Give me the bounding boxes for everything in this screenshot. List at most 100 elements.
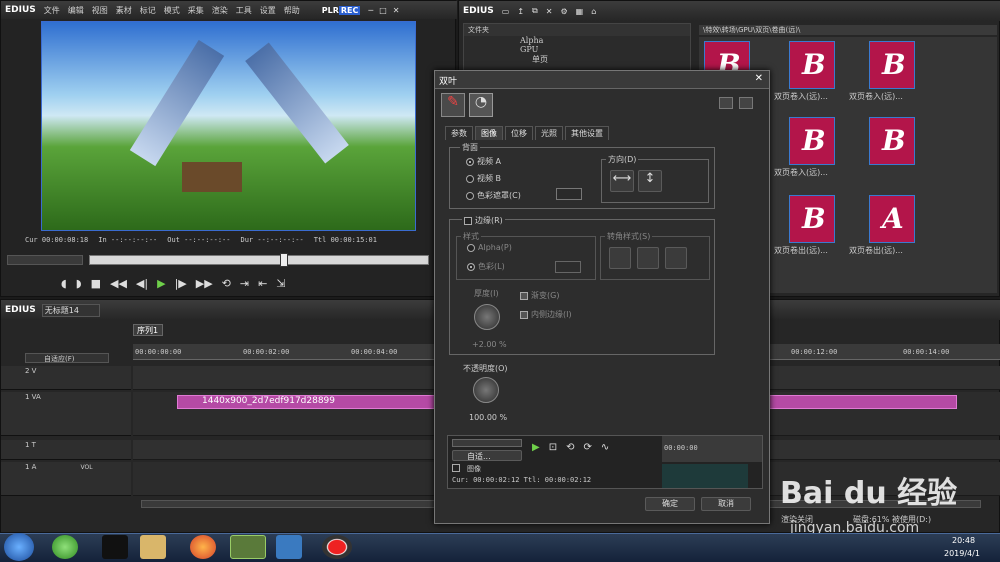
mode-rec[interactable]: REC	[338, 5, 361, 15]
menu-tools[interactable]: 工具	[236, 5, 252, 16]
thickness-knob[interactable]	[474, 304, 500, 330]
thumbnail[interactable]: B	[789, 195, 835, 243]
export-icon[interactable]: ⇲	[276, 277, 285, 290]
vertical-direction-button[interactable]: ↕	[638, 170, 662, 192]
menu-clip[interactable]: 素材	[116, 5, 132, 16]
close-icon[interactable]: ✕	[393, 6, 400, 15]
inner-edge-checkbox[interactable]: 内侧边缘(I)	[520, 309, 572, 320]
tab-position[interactable]: 位移	[505, 126, 533, 140]
tab-other[interactable]: 其他设置	[565, 126, 609, 140]
tree-item-gpu[interactable]: GPU	[520, 45, 690, 54]
rewind-icon[interactable]: ◀◀	[110, 277, 127, 290]
mark-in-icon[interactable]: ◖	[61, 277, 67, 290]
mode-plr[interactable]: PLR	[322, 6, 339, 15]
scrub-head[interactable]	[280, 253, 288, 267]
opacity-knob[interactable]	[473, 377, 499, 403]
gradient-checkbox[interactable]: 渐变(G)	[520, 290, 559, 301]
kf-play-icon[interactable]: ▶	[532, 442, 540, 453]
mark-out-icon[interactable]: ◗	[76, 277, 82, 290]
radio-color-matte[interactable]: 色彩遮罩(C)	[466, 190, 521, 201]
scrub-bar[interactable]	[89, 253, 429, 267]
menu-file[interactable]: 文件	[44, 5, 60, 16]
reset-icon[interactable]	[739, 97, 753, 109]
track-header-1a[interactable]: 1 A VOL	[1, 462, 131, 496]
radio-video-a[interactable]: 视频 A	[466, 156, 501, 167]
edius-app-icon[interactable]	[230, 535, 266, 559]
kf-graph-icon[interactable]: ∿	[601, 442, 609, 453]
cancel-button[interactable]: 取消	[701, 497, 751, 511]
kf-loop-icon[interactable]: ⟲	[566, 442, 574, 453]
browser360-icon[interactable]	[52, 535, 78, 559]
start-icon[interactable]	[4, 533, 34, 561]
tree-item-alpha[interactable]: Alpha	[520, 36, 690, 45]
kf-row-image[interactable]: 图像	[452, 464, 658, 474]
menu-render[interactable]: 渲染	[212, 5, 228, 16]
step-back-icon[interactable]: ◀|	[136, 277, 148, 290]
corner-round-button[interactable]	[637, 247, 659, 269]
color-swatch[interactable]	[556, 188, 582, 200]
thumbnail[interactable]: A	[869, 195, 915, 243]
radio-video-b[interactable]: 视频 B	[466, 173, 501, 184]
menu-view[interactable]: 视图	[92, 5, 108, 16]
explorer-icon[interactable]	[140, 535, 166, 559]
folder-icon[interactable]: ▭	[502, 7, 510, 16]
stop-icon[interactable]: ■	[91, 277, 101, 290]
kf-slider[interactable]	[452, 439, 522, 447]
thumbnail[interactable]: B	[869, 41, 915, 89]
qq-icon[interactable]	[102, 535, 128, 559]
tab-image[interactable]: 图像	[475, 126, 503, 140]
horizontal-direction-button[interactable]: ⟷	[610, 170, 634, 192]
border-checkbox[interactable]: 边缘(R)	[462, 215, 505, 226]
sequence-tab[interactable]: 序列1	[133, 324, 163, 336]
menu-capture[interactable]: 采集	[188, 5, 204, 16]
corner-square-button[interactable]	[609, 247, 631, 269]
copy-icon[interactable]: ⧉	[532, 6, 538, 16]
tab-params[interactable]: 参数	[445, 126, 473, 140]
corner-bevel-button[interactable]	[665, 247, 687, 269]
fast-forward-icon[interactable]: ▶▶	[196, 277, 213, 290]
app-icon[interactable]	[276, 535, 302, 559]
menu-settings[interactable]: 设置	[260, 5, 276, 16]
camera-icon[interactable]	[719, 97, 733, 109]
loop-icon[interactable]: ⟲	[222, 277, 231, 290]
menu-mode[interactable]: 模式	[164, 5, 180, 16]
thumbnail[interactable]: B	[869, 117, 915, 165]
play-icon[interactable]: ▶	[157, 277, 165, 290]
timer-icon[interactable]: ◔	[469, 93, 493, 117]
overwrite-icon[interactable]: ⇤	[258, 277, 267, 290]
palette-icon[interactable]: ✎	[441, 93, 465, 117]
menu-help[interactable]: 帮助	[284, 5, 300, 16]
settings-icon[interactable]: ⚙	[560, 7, 567, 16]
ok-button[interactable]: 确定	[645, 497, 695, 511]
step-forward-icon[interactable]: |▶	[175, 277, 187, 290]
grid-icon[interactable]: ▦	[576, 7, 584, 16]
track-header-1va[interactable]: 1 VA	[1, 392, 131, 436]
recorder-icon[interactable]	[322, 535, 352, 559]
menu-marker[interactable]: 标记	[140, 5, 156, 16]
insert-icon[interactable]: ⇥	[240, 277, 249, 290]
thumbnail[interactable]: B	[789, 117, 835, 165]
shuttle-slider[interactable]	[7, 255, 83, 265]
minimize-icon[interactable]: ─	[368, 6, 373, 15]
menu-edit[interactable]: 编辑	[68, 5, 84, 16]
firefox-icon[interactable]	[190, 535, 216, 559]
up-icon[interactable]: ↥	[517, 7, 524, 16]
border-color-swatch[interactable]	[555, 261, 581, 273]
track-mode-select[interactable]: 自适应(F)	[25, 353, 109, 363]
tab-lighting[interactable]: 光照	[535, 126, 563, 140]
maximize-icon[interactable]: □	[379, 6, 387, 15]
kf-preview-icon[interactable]: ⊡	[549, 442, 557, 453]
radio-alpha[interactable]: Alpha(P)	[467, 243, 512, 252]
dialog-close-icon[interactable]: ✕	[755, 73, 763, 84]
lock-icon[interactable]: ⌂	[591, 7, 596, 16]
radio-color-fx[interactable]: 色彩(L)	[467, 261, 505, 272]
track-header-2v[interactable]: 2 V	[1, 366, 131, 390]
kf-lane[interactable]	[662, 464, 748, 488]
kf-reverse-icon[interactable]: ⟳	[583, 442, 591, 453]
kf-auto-button[interactable]: 自适...	[452, 450, 522, 461]
tree-item-single[interactable]: 单页	[532, 54, 690, 65]
kf-ruler[interactable]: 00:00:00	[662, 436, 762, 462]
track-header-1t[interactable]: 1 T	[1, 440, 131, 460]
delete-icon[interactable]: ✕	[546, 7, 553, 16]
thumbnail[interactable]: B	[789, 41, 835, 89]
